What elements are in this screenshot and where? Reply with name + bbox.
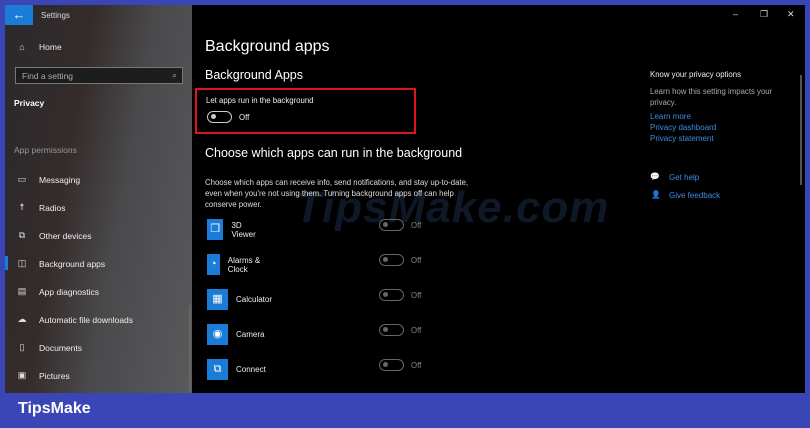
privacy-heading: Know your privacy options xyxy=(650,70,742,79)
page-title: Background apps xyxy=(205,38,330,55)
choose-heading: Choose which apps can run in the backgro… xyxy=(205,146,463,160)
search-icon: ⌕ xyxy=(172,70,177,80)
app-name: Alarms & Clock xyxy=(227,255,261,274)
radio-icon: ☨ xyxy=(19,202,25,212)
cloud-icon: ☁ xyxy=(17,314,27,324)
sidebar-item-label: Pictures xyxy=(39,370,70,381)
selected-indicator xyxy=(5,256,8,270)
restore-button[interactable]: ❐ xyxy=(760,9,768,20)
connect-icon: ⧉ xyxy=(207,359,228,380)
nav-home-label: Home xyxy=(39,42,62,52)
sidebar-item-label: Automatic file downloads xyxy=(39,314,134,325)
search-placeholder: Find a setting xyxy=(22,71,74,81)
app-row-connect: ⧉ Connect xyxy=(207,359,266,380)
devices-icon: ⧉ xyxy=(18,230,26,240)
app-row-calculator: ▦ Calculator xyxy=(207,289,272,310)
section-heading: Background Apps xyxy=(205,68,303,82)
close-button[interactable]: ✕ xyxy=(787,9,795,20)
app-row-3d-viewer: ❒ 3D Viewer xyxy=(207,219,260,240)
back-button[interactable]: ← xyxy=(5,5,33,25)
minimize-button[interactable]: – xyxy=(733,9,738,19)
sidebar-item-app-diagnostics[interactable]: ▤ App diagnostics xyxy=(15,286,99,297)
sidebar-item-automatic-file-downloads[interactable]: ☁ Automatic file downloads xyxy=(15,314,134,325)
picture-icon: ▣ xyxy=(17,370,27,380)
background-apps-icon: ◫ xyxy=(17,258,27,268)
app-toggle[interactable] xyxy=(379,289,404,301)
privacy-text: Learn how this setting impacts your priv… xyxy=(650,87,773,107)
feedback-icon: 👤 xyxy=(651,190,661,199)
camera-icon: ◉ xyxy=(207,324,228,345)
app-toggle[interactable] xyxy=(379,324,404,336)
sidebar-item-documents[interactable]: ▯ Documents xyxy=(15,342,82,353)
get-help-link[interactable]: Get help xyxy=(669,173,699,182)
document-icon: ▯ xyxy=(19,342,25,352)
nav-home[interactable]: ⌂ Home xyxy=(15,42,62,52)
toggle-label: Let apps run in the background xyxy=(206,96,314,105)
give-feedback-link[interactable]: Give feedback xyxy=(669,191,720,200)
toggle-state: Off xyxy=(239,113,250,122)
sidebar-item-messaging[interactable]: ▭ Messaging xyxy=(15,174,80,185)
sidebar-scrollbar[interactable] xyxy=(189,305,191,393)
sidebar-item-label: App diagnostics xyxy=(39,286,100,297)
app-toggle[interactable] xyxy=(379,359,404,371)
choose-description: Choose which apps can receive info, send… xyxy=(205,178,469,209)
calculator-icon: ▦ xyxy=(207,289,228,310)
app-toggle-state: Off xyxy=(411,256,422,265)
app-name: Calculator xyxy=(236,295,273,304)
group-label: App permissions xyxy=(14,145,77,155)
app-toggle[interactable] xyxy=(379,219,404,231)
sidebar-item-label: Messaging xyxy=(39,174,81,185)
learn-more-link[interactable]: Learn more xyxy=(650,112,691,121)
main-scrollbar[interactable] xyxy=(800,75,802,185)
section-title: Privacy xyxy=(14,98,45,108)
sidebar-item-label: Other devices xyxy=(39,230,92,241)
window-title: Settings xyxy=(41,11,70,20)
sidebar: ← Settings ⌂ Home Find a setting ⌕ Privacy… xyxy=(5,5,192,393)
diagnostics-icon: ▤ xyxy=(17,286,27,296)
privacy-statement-link[interactable]: Privacy statement xyxy=(650,134,714,143)
app-toggle-state: Off xyxy=(411,326,422,335)
search-input[interactable]: Find a setting ⌕ xyxy=(15,67,183,84)
brand-logo: TipsMake xyxy=(18,400,91,417)
app-toggle-state: Off xyxy=(411,291,422,300)
app-toggle-state: Off xyxy=(411,361,422,370)
home-icon: ⌂ xyxy=(19,42,25,52)
app-toggle-state: Off xyxy=(411,221,422,230)
message-icon: ▭ xyxy=(17,174,27,184)
sidebar-item-pictures[interactable]: ▣ Pictures xyxy=(15,370,70,381)
background-apps-toggle[interactable] xyxy=(207,111,232,123)
sidebar-item-radios[interactable]: ☨ Radios xyxy=(15,202,66,213)
app-name: 3D Viewer xyxy=(231,220,256,239)
sidebar-item-other-devices[interactable]: ⧉ Other devices xyxy=(15,230,92,241)
app-row-alarms-clock: ◔ Alarms & Clock xyxy=(207,254,261,275)
sidebar-item-label: Documents xyxy=(39,342,82,353)
help-icon: 💬 xyxy=(650,172,660,181)
privacy-dashboard-link[interactable]: Privacy dashboard xyxy=(650,123,716,132)
app-name: Connect xyxy=(236,365,266,374)
sidebar-item-label: Background apps xyxy=(39,258,106,269)
clock-icon: ◔ xyxy=(207,254,220,275)
3d-viewer-icon: ❒ xyxy=(207,219,224,240)
sidebar-item-background-apps[interactable]: ◫ Background apps xyxy=(15,258,105,269)
settings-window: ← Settings ⌂ Home Find a setting ⌕ Privacy… xyxy=(5,5,805,393)
app-toggle[interactable] xyxy=(379,254,404,266)
sidebar-item-label: Radios xyxy=(39,202,66,213)
app-row-camera: ◉ Camera xyxy=(207,324,264,345)
app-name: Camera xyxy=(236,330,265,339)
